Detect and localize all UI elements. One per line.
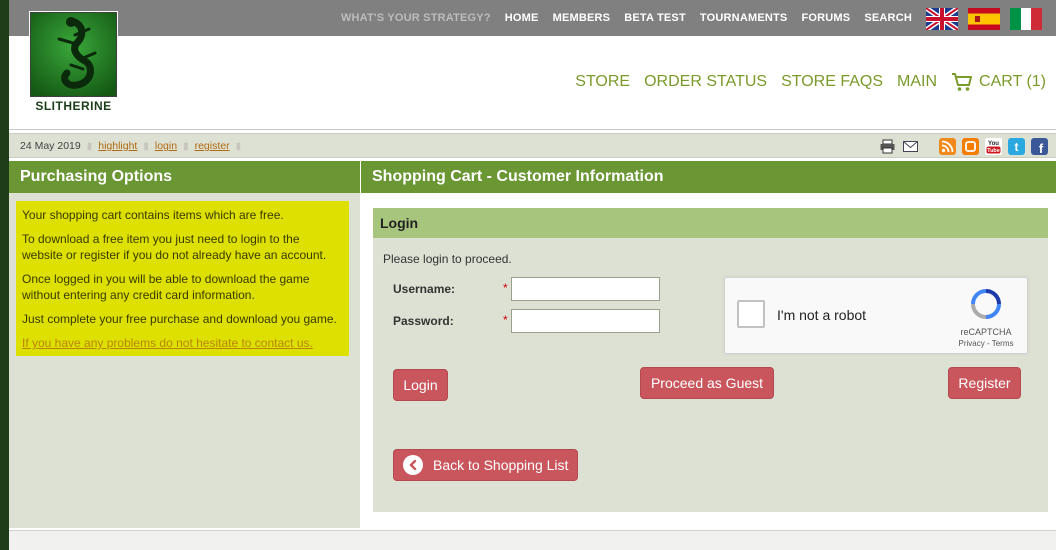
notice-line: Your shopping cart contains items which … (22, 208, 284, 222)
store-nav: STORE ORDER STATUS STORE FAQS MAIN CART … (575, 72, 1046, 92)
purchasing-options-panel: Purchasing Options Your shopping cart co… (9, 161, 360, 528)
back-to-shopping-list-button[interactable]: Back to Shopping List (393, 449, 578, 481)
nav-home[interactable]: HOME (505, 12, 539, 24)
header-divider (9, 129, 1056, 130)
lizard-logo-icon (30, 12, 117, 97)
blogger-icon[interactable] (962, 138, 979, 155)
facebook-icon[interactable]: f (1031, 138, 1048, 155)
print-icon[interactable] (879, 138, 896, 155)
nav-members[interactable]: MEMBERS (553, 12, 611, 24)
top-nav: WHAT'S YOUR STRATEGY? HOME MEMBERS BETA … (341, 0, 912, 36)
left-edge-decor (0, 0, 9, 550)
svg-text:Tube: Tube (987, 148, 1000, 154)
notice-line: Just complete your free purchase and dow… (22, 312, 337, 326)
notice-line: Once logged in you will be able to downl… (22, 272, 310, 302)
username-required-mark: * (503, 281, 508, 295)
rss-icon[interactable] (939, 138, 956, 155)
social-icons: You Tube t f (879, 138, 1048, 155)
login-button[interactable]: Login (393, 369, 448, 401)
purchasing-options-title: Purchasing Options (9, 161, 360, 193)
login-panel-title: Login (373, 208, 1048, 238)
proceed-as-guest-button[interactable]: Proceed as Guest (640, 367, 774, 399)
cart-link[interactable]: CART (1) (951, 72, 1046, 92)
separator: ▮ (86, 140, 93, 152)
svg-text:t: t (1015, 140, 1019, 154)
back-arrow-icon (403, 455, 423, 475)
free-items-notice: Your shopping cart contains items which … (16, 201, 349, 356)
recaptcha-brand: reCAPTCHA (960, 327, 1012, 337)
svg-text:You: You (988, 141, 999, 147)
customer-info-title: Shopping Cart - Customer Information (361, 161, 1056, 193)
store-faqs-link[interactable]: STORE FAQS (781, 73, 883, 91)
separator: ▮ (235, 140, 242, 152)
username-input[interactable] (511, 277, 660, 301)
twitter-icon[interactable]: t (1008, 138, 1025, 155)
login-prompt: Please login to proceed. (383, 252, 512, 266)
register-button[interactable]: Register (948, 367, 1021, 399)
login-link[interactable]: login (155, 140, 177, 152)
recaptcha-checkbox[interactable] (737, 300, 765, 328)
recaptcha-label: I'm not a robot (777, 307, 867, 323)
order-status-link[interactable]: ORDER STATUS (644, 73, 767, 91)
login-panel: Login Please login to proceed. Username:… (373, 208, 1048, 512)
separator: ▮ (143, 140, 149, 152)
slitherine-logo[interactable]: SLITHERINE (29, 11, 118, 114)
password-required-mark: * (503, 313, 508, 327)
back-button-label: Back to Shopping List (433, 457, 569, 473)
password-label: Password: (393, 314, 454, 328)
footer-strip (9, 530, 1056, 550)
cart-icon (952, 73, 973, 91)
uk-flag-icon[interactable] (926, 8, 958, 30)
cart-label: CART (1) (979, 73, 1046, 90)
highlight-link[interactable]: highlight (98, 140, 137, 152)
recaptcha-widget: I'm not a robot reCAPTCHA Privacy - Term… (724, 277, 1028, 354)
contact-us-link[interactable]: If you have any problems do not hesitate… (22, 336, 313, 350)
register-link[interactable]: register (195, 140, 230, 152)
main-link[interactable]: MAIN (897, 73, 937, 91)
password-input[interactable] (511, 309, 660, 333)
svg-text:f: f (1039, 141, 1044, 155)
recaptcha-logo-icon (971, 289, 1001, 319)
strategy-tagline: WHAT'S YOUR STRATEGY? (340, 12, 491, 24)
nav-forums[interactable]: FORUMS (801, 12, 850, 24)
notice-line: To download a free item you just need to… (22, 232, 327, 262)
separator: ▮ (183, 140, 189, 152)
recaptcha-privacy-terms[interactable]: Privacy - Terms (955, 339, 1017, 348)
nav-beta-test[interactable]: BETA TEST (624, 12, 686, 24)
email-icon[interactable] (902, 138, 919, 155)
date-bar: 24 May 2019 ▮ highlight ▮ login ▮ regist… (9, 133, 1056, 158)
nav-search[interactable]: SEARCH (864, 12, 912, 24)
youtube-icon[interactable]: You Tube (985, 138, 1002, 155)
current-date: 24 May 2019 (20, 140, 81, 152)
customer-info-panel: Shopping Cart - Customer Information Log… (361, 161, 1056, 528)
italy-flag-icon[interactable] (1010, 8, 1042, 30)
nav-tournaments[interactable]: TOURNAMENTS (700, 12, 788, 24)
store-link[interactable]: STORE (575, 73, 630, 91)
spain-flag-icon[interactable] (968, 8, 1000, 30)
top-bar: WHAT'S YOUR STRATEGY? HOME MEMBERS BETA … (9, 0, 1056, 36)
username-label: Username: (393, 282, 456, 296)
language-flags (926, 8, 1042, 30)
logo-text: SLITHERINE (35, 99, 112, 113)
page: WHAT'S YOUR STRATEGY? HOME MEMBERS BETA … (9, 0, 1056, 550)
